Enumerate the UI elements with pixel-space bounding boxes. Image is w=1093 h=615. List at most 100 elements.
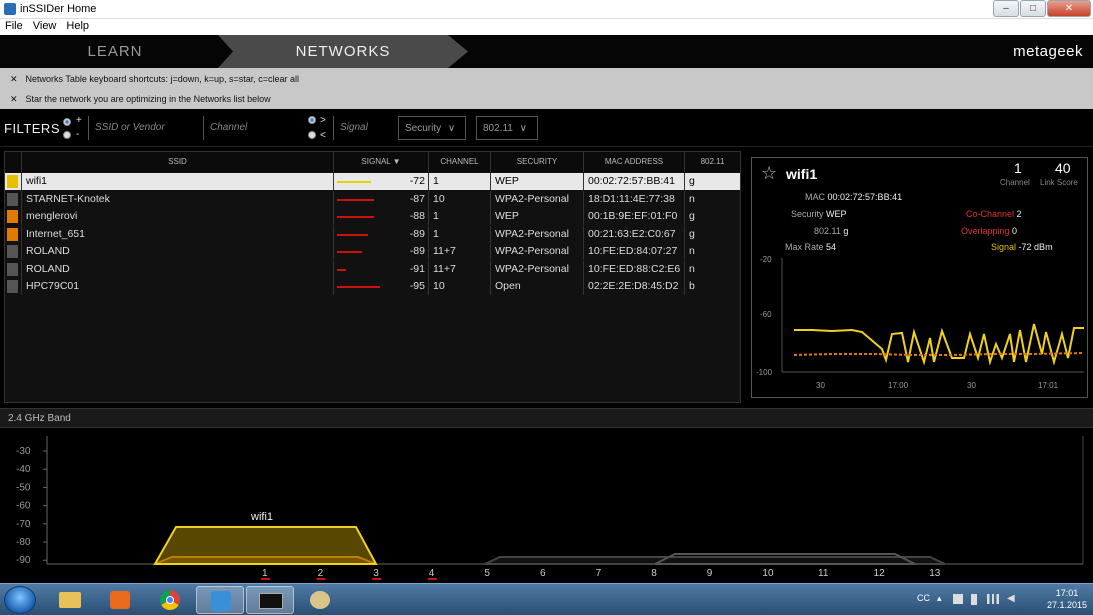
cell-signal: -95 xyxy=(333,278,428,295)
star-icon[interactable]: ☆ xyxy=(761,163,777,184)
signal-value: -88 xyxy=(409,210,425,222)
network-icon[interactable] xyxy=(987,594,999,604)
col-signal[interactable]: SIGNAL ▼ xyxy=(333,152,428,172)
signal-bar xyxy=(337,286,380,288)
signal-gt-label: > xyxy=(320,115,326,126)
cell-security: WPA2-Personal xyxy=(490,243,583,260)
band-header: 2.4 GHz Band xyxy=(0,408,1093,428)
signal-lt-radio[interactable] xyxy=(308,131,316,139)
chevron-down-icon: ∨ xyxy=(447,123,456,134)
table-row[interactable]: ROLAND -91 11+7 WPA2-Personal 10:FE:ED:88:C2… xyxy=(5,260,740,278)
band-channel-label: 10 xyxy=(762,568,774,579)
cell-signal: -89 xyxy=(333,243,428,260)
close-button[interactable]: ✕ xyxy=(1047,0,1091,17)
cell-signal: -72 xyxy=(333,173,428,190)
clock-date: 27.1.2015 xyxy=(1046,600,1087,610)
col-channel[interactable]: CHANNEL xyxy=(428,152,490,172)
cell-security: WEP xyxy=(490,208,583,225)
cell-mac: 02:2E:2E:D8:45:D2 xyxy=(583,278,684,295)
minimize-button[interactable]: – xyxy=(993,0,1019,17)
detail-security: Security WEP xyxy=(791,209,847,219)
channel-filter-input[interactable]: Channel xyxy=(203,116,298,140)
table-row[interactable]: wifi1 -72 1 WEP 00:02:72:57:BB:41 g xyxy=(5,173,740,190)
history-noise-line xyxy=(793,352,1085,356)
cmd-task[interactable] xyxy=(246,586,294,614)
cell-signal: -87 xyxy=(333,190,428,208)
band-chart-svg: -30-40-50-60-70-80-90 1 2 3 4 5 6 7 8 9 10 11 12 13 … xyxy=(16,436,1084,580)
tip-text: Networks Table keyboard shortcuts: j=dow… xyxy=(25,74,300,84)
include-radio[interactable] xyxy=(63,118,71,126)
palette-icon xyxy=(310,591,330,609)
cell-mac: 00:1B:9E:EF:01:F0 xyxy=(583,208,684,225)
cell-ssid: menglerovi xyxy=(21,208,333,225)
col-security[interactable]: SECURITY xyxy=(490,152,583,172)
signal-bar xyxy=(337,233,368,236)
network-color-swatch xyxy=(7,192,18,206)
volume-icon[interactable]: ◀ xyxy=(1007,593,1015,604)
table-header: SSID SIGNAL ▼ CHANNEL SECURITY MAC ADDRE… xyxy=(5,152,740,172)
table-row[interactable]: ROLAND -89 11+7 WPA2-Personal 10:FE:ED:84:07… xyxy=(5,243,740,260)
clock-time: 17:01 xyxy=(1055,588,1079,598)
explorer-task[interactable] xyxy=(46,586,94,614)
maximize-button[interactable]: □ xyxy=(1020,0,1046,17)
chrome-task[interactable] xyxy=(146,586,194,614)
cell-security: Open xyxy=(490,278,583,295)
cell-mac: 00:21:63:E2:C0:67 xyxy=(583,225,684,243)
tab-networks[interactable]: NETWORKS xyxy=(218,35,468,68)
tab-learn[interactable]: LEARN xyxy=(0,35,230,68)
band-y-label: -40 xyxy=(16,464,31,475)
col-ssid[interactable]: SSID xyxy=(21,152,333,172)
system-tray: CC ▴ ◀ 17:01 27.1.2015 xyxy=(903,584,1093,615)
menu-file[interactable]: File xyxy=(0,19,28,35)
cell-std: g xyxy=(684,225,740,243)
menu-help[interactable]: Help xyxy=(61,19,94,35)
col-standard[interactable]: 802.11 xyxy=(684,152,740,172)
filters-bar: FILTERS + - SSID or Vendor Channel > < S… xyxy=(0,110,1093,147)
dismiss-tip-icon[interactable]: ✕ xyxy=(10,94,18,104)
clock[interactable]: 17:01 27.1.2015 xyxy=(1047,587,1087,611)
chrome-icon-center xyxy=(166,596,174,604)
table-row[interactable]: STARNET-Knotek -87 10 WPA2-Personal 18:D1:11… xyxy=(5,190,740,208)
cell-std: n xyxy=(684,190,740,208)
band-x-axis: 1 2 3 4 5 6 7 8 9 10 11 12 13 xyxy=(261,568,941,580)
signal-filter-input[interactable]: Signal xyxy=(333,116,388,140)
language-indicator[interactable]: CC xyxy=(917,593,930,603)
security-filter-select[interactable]: Security ∨ xyxy=(398,116,466,140)
network-color-swatch xyxy=(7,227,18,241)
table-row[interactable]: menglerovi -88 1 WEP 00:1B:9E:EF:01:F0 g xyxy=(5,208,740,225)
signal-bar xyxy=(337,251,362,253)
band-channel-label: 11 xyxy=(818,568,829,579)
band-channel-label: 1 xyxy=(262,568,268,579)
exclude-radio[interactable] xyxy=(63,131,71,139)
signal-gt-radio[interactable] xyxy=(308,116,316,124)
col-mac[interactable]: MAC ADDRESS xyxy=(583,152,684,172)
dismiss-tip-icon[interactable]: ✕ xyxy=(10,74,18,84)
cell-mac: 10:FE:ED:84:07:27 xyxy=(583,243,684,260)
signal-value: -89 xyxy=(409,245,425,257)
standard-filter-select[interactable]: 802.11 ∨ xyxy=(476,116,538,140)
cell-ssid: wifi1 xyxy=(21,173,333,190)
table-row[interactable]: HPC79C01 -95 10 Open 02:2E:2E:D8:45:D2 b xyxy=(5,278,740,295)
table-row[interactable]: Internet_651 -89 1 WPA2-Personal 00:21:63:E2… xyxy=(5,225,740,243)
tip-text: Star the network you are optimizing in t… xyxy=(25,94,271,104)
cell-signal: -91 xyxy=(333,260,428,278)
ssid-filter-input[interactable]: SSID or Vendor xyxy=(88,116,196,140)
detail-linkscore-label: Link Score xyxy=(1040,178,1078,187)
history-y-label: -60 xyxy=(760,310,772,319)
tray-arrow-icon[interactable]: ▴ xyxy=(937,593,942,604)
cell-std: g xyxy=(684,208,740,225)
channel-band-chart: -30 -40 -50 -60 -70 -80 -90 1 2 3 4 5 6 7 8 9 10 11 12 13 … xyxy=(0,428,1093,583)
start-button[interactable] xyxy=(4,586,36,614)
cell-ssid: ROLAND xyxy=(21,243,333,260)
band-y-label: -90 xyxy=(16,555,31,566)
menu-view[interactable]: View xyxy=(28,19,62,35)
signal-bar xyxy=(337,216,374,218)
detail-linkscore-value: 40 xyxy=(1055,160,1071,176)
media-player-task[interactable] xyxy=(96,586,144,614)
action-center-icon[interactable] xyxy=(953,594,963,604)
band-channel-label: 9 xyxy=(707,568,713,579)
detail-channel-value: 1 xyxy=(1014,160,1022,176)
inssider-task[interactable] xyxy=(196,586,244,614)
battery-icon[interactable] xyxy=(971,594,977,605)
paint-task[interactable] xyxy=(296,586,344,614)
